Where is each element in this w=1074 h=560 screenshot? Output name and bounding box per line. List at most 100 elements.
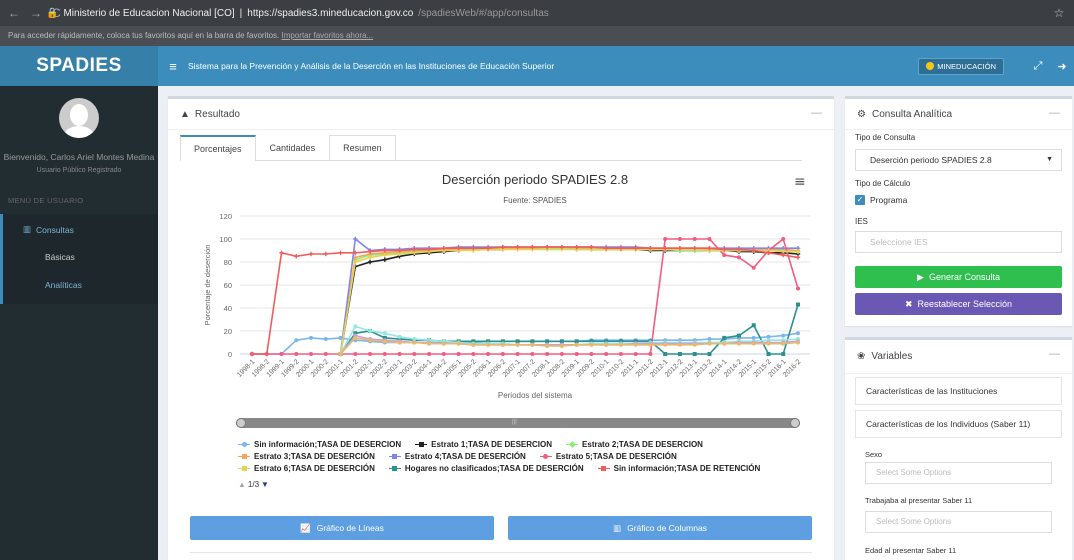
data-point bbox=[648, 352, 653, 356]
data-point bbox=[796, 286, 800, 291]
data-point bbox=[751, 323, 756, 328]
sexo-multiselect[interactable]: Select Some Options bbox=[865, 462, 1052, 484]
data-point bbox=[530, 352, 535, 356]
data-point bbox=[722, 341, 727, 346]
legend-label: Hogares no clasificados;TASA DE DESERCIÓ… bbox=[404, 463, 584, 473]
app-logo[interactable]: SPADIES bbox=[0, 46, 158, 86]
data-point bbox=[382, 352, 387, 356]
tab-resumen[interactable]: Resumen bbox=[329, 135, 396, 160]
legend-item[interactable]: Estrato 4;TASA DE DESERCIÓN bbox=[388, 452, 526, 461]
y-tick-label: 40 bbox=[224, 304, 232, 313]
legend-item[interactable]: Estrato 1;TASA DE DESERCION bbox=[415, 440, 552, 449]
star-icon[interactable]: ☆ bbox=[1044, 6, 1074, 20]
sidebar-item-basicas[interactable]: Básicas bbox=[45, 252, 75, 262]
chart-scrollbar[interactable]: ||| bbox=[236, 418, 800, 428]
legend-item[interactable]: Hogares no clasificados;TASA DE DESERCIÓ… bbox=[388, 463, 584, 473]
sidebar-item-consultas: ▥ Consultas Básicas Analíticas bbox=[0, 214, 158, 304]
scrollbar-right-handle[interactable] bbox=[790, 418, 800, 428]
generar-consulta-button[interactable]: ▶ Generar Consulta bbox=[855, 266, 1062, 288]
address-bar[interactable]: 🔒 Ministerio de Educacion Nacional [CO] … bbox=[46, 8, 1044, 19]
sidebar-consultas-link[interactable]: ▥ Consultas bbox=[23, 224, 74, 235]
legend-prev-icon[interactable]: ▲ bbox=[238, 480, 246, 489]
data-point bbox=[574, 342, 579, 347]
legend-label: Estrato 6;TASA DE DESERCIÓN bbox=[254, 463, 375, 473]
legend-next-icon[interactable]: ▼ bbox=[261, 480, 269, 489]
mineducacion-badge[interactable]: MINEDUCACIÓN bbox=[918, 57, 1004, 75]
individuos-section[interactable]: Características de los Individuos (Saber… bbox=[855, 410, 1062, 438]
expand-icon[interactable]: ⤢ bbox=[1026, 60, 1050, 73]
data-point bbox=[545, 352, 550, 356]
scrollbar-left-handle[interactable] bbox=[236, 418, 246, 428]
data-point bbox=[751, 341, 756, 346]
programa-checkbox[interactable]: ✓ Programa bbox=[855, 195, 907, 205]
data-point bbox=[323, 337, 328, 342]
data-point bbox=[308, 251, 314, 257]
trabajaba-multiselect[interactable]: Select Some Options bbox=[865, 511, 1052, 533]
tipo-calculo-label: Tipo de Cálculo bbox=[855, 179, 911, 188]
data-point bbox=[663, 352, 668, 356]
legend-item[interactable]: Estrato 2;TASA DE DESERCION bbox=[566, 440, 703, 449]
legend-item[interactable]: Estrato 5;TASA DE DESERCIÓN bbox=[539, 452, 677, 461]
trabajaba-label: Trabajaba al presentar Saber 11 bbox=[865, 496, 973, 505]
data-point bbox=[559, 343, 564, 348]
resultado-header: ▲ Resultado bbox=[168, 99, 834, 130]
y-tick-label: 0 bbox=[228, 350, 232, 359]
data-point bbox=[471, 352, 476, 356]
data-point bbox=[618, 352, 623, 356]
collapse-icon[interactable]: — bbox=[1049, 107, 1060, 119]
legend-item[interactable]: Sin información;TASA DE DESERCION bbox=[238, 440, 401, 449]
tipo-consulta-value: Deserción periodo SPADIES 2.8 bbox=[870, 155, 992, 165]
ies-select[interactable]: Seleccione IES bbox=[855, 231, 1062, 253]
url-path: /spadiesWeb/#/app/consultas bbox=[418, 7, 549, 19]
data-point bbox=[781, 352, 786, 356]
data-point bbox=[279, 352, 284, 356]
tipo-consulta-select[interactable]: Deserción periodo SPADIES 2.8 ▼ bbox=[855, 149, 1062, 171]
data-point bbox=[382, 339, 387, 344]
chart-menu-icon[interactable]: ≡ bbox=[794, 174, 806, 190]
data-point bbox=[795, 255, 801, 260]
legend-symbol bbox=[238, 464, 250, 472]
data-point bbox=[309, 352, 314, 356]
data-point bbox=[264, 351, 269, 357]
legend-symbol bbox=[415, 440, 428, 448]
legend-item[interactable]: Estrato 6;TASA DE DESERCIÓN bbox=[238, 464, 375, 473]
data-point bbox=[736, 333, 741, 338]
legend-symbol bbox=[388, 452, 401, 460]
edad-label: Edad al presentar Saber 11 bbox=[865, 546, 957, 555]
data-point bbox=[456, 352, 461, 356]
data-point bbox=[382, 331, 387, 336]
legend-pager: ▲ 1/3 ▼ bbox=[238, 480, 269, 489]
import-bookmarks-link[interactable]: Importar favoritos ahora... bbox=[282, 31, 374, 40]
data-point bbox=[796, 302, 800, 307]
column-chart-button[interactable]: ▥ Gráfico de Columnas bbox=[508, 516, 812, 540]
line-chart-button[interactable]: 📈 Gráfico de Líneas bbox=[190, 516, 494, 540]
back-icon[interactable]: ← bbox=[8, 6, 20, 20]
collapse-icon[interactable]: — bbox=[811, 107, 822, 119]
data-point bbox=[397, 340, 402, 345]
tab-porcentajes[interactable]: Porcentajes bbox=[180, 135, 256, 161]
instituciones-section[interactable]: Características de las Instituciones bbox=[855, 377, 1062, 405]
legend-label: Estrato 1;TASA DE DESERCION bbox=[431, 439, 553, 449]
badge-label: MINEDUCACIÓN bbox=[937, 61, 996, 71]
forward-icon[interactable]: → bbox=[30, 6, 42, 20]
data-point bbox=[530, 342, 535, 347]
sidebar: Bienvenido, Carlos Ariel Montes Medina U… bbox=[0, 86, 158, 560]
variables-header: ❀ Variables bbox=[845, 340, 1072, 374]
collapse-icon[interactable]: — bbox=[1049, 348, 1060, 360]
data-point bbox=[500, 342, 505, 347]
reestablecer-button[interactable]: ✖ Reestablecer Selección bbox=[855, 293, 1062, 315]
result-tabs: Porcentajes Cantidades Resumen bbox=[180, 135, 802, 161]
tab-cantidades[interactable]: Cantidades bbox=[256, 135, 330, 160]
consulta-header: ⚙ Consulta Analítica bbox=[845, 99, 1072, 130]
data-point bbox=[456, 341, 461, 346]
data-point bbox=[781, 341, 786, 346]
chart-subtitle: Fuente: SPADIES bbox=[503, 196, 566, 205]
sidebar-item-analiticas[interactable]: Analíticas bbox=[45, 280, 82, 290]
legend-item[interactable]: Estrato 3;TASA DE DESERCIÓN bbox=[238, 452, 375, 461]
logout-icon[interactable]: ➜ bbox=[1050, 60, 1074, 73]
legend-item[interactable]: Sin información;TASA DE RETENCIÓN bbox=[597, 464, 760, 473]
hamburger-menu-icon[interactable]: ≡ bbox=[158, 59, 188, 74]
y-tick-label: 20 bbox=[224, 327, 232, 336]
divider bbox=[190, 552, 812, 553]
data-point bbox=[589, 342, 594, 347]
